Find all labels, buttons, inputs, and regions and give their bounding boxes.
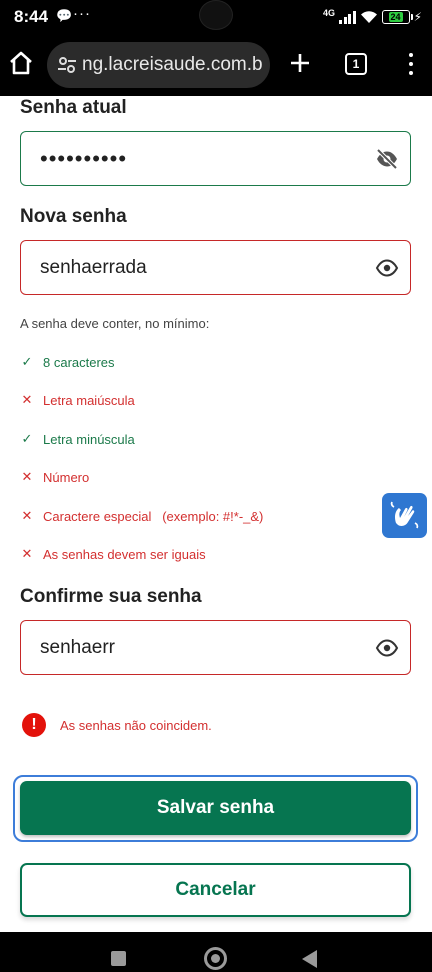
- cross-icon: ✕: [21, 469, 33, 484]
- battery-icon: 24: [381, 10, 413, 24]
- home-icon[interactable]: [6, 48, 36, 78]
- cancel-button[interactable]: Cancelar: [20, 863, 411, 917]
- requirement-item: ✕ Número: [20, 467, 90, 487]
- new-tab-icon[interactable]: [288, 51, 312, 75]
- sign-language-icon: [390, 501, 419, 529]
- sign-language-button[interactable]: [382, 493, 427, 538]
- browser-toolbar: ng.lacreisaude.com.br 1: [0, 34, 432, 96]
- address-bar[interactable]: ng.lacreisaude.com.br: [47, 42, 270, 88]
- cross-icon: ✕: [21, 508, 33, 523]
- requirement-item: ✓ Letra minúscula: [20, 429, 135, 449]
- current-password-field[interactable]: ••••••••••: [20, 131, 411, 186]
- clock: 8:44: [14, 7, 49, 26]
- requirement-label: 8 caracteres: [43, 354, 115, 370]
- eye-icon[interactable]: [375, 256, 399, 280]
- requirement-label: Letra maiúscula: [43, 392, 135, 408]
- chat-icon: 💬: [56, 8, 73, 23]
- error-alert: ! As senhas não coincidem.: [22, 713, 212, 737]
- confirm-password-label: Confirme sua senha: [20, 586, 202, 607]
- requirement-item: ✓ 8 caracteres: [20, 352, 115, 372]
- current-password-value: ••••••••••: [40, 145, 128, 171]
- home-circle-icon[interactable]: [204, 947, 227, 970]
- confirm-password-field[interactable]: senhaerr: [20, 620, 411, 675]
- more-dots-icon: ···: [73, 5, 91, 22]
- requirements-hint: A senha deve conter, no mínimo:: [20, 316, 210, 331]
- status-icons: 4G 24 ⚡: [323, 7, 422, 27]
- requirement-label: Letra minúscula: [43, 431, 135, 447]
- check-icon: ✓: [21, 354, 33, 369]
- camera-cutout: [199, 0, 233, 30]
- new-password-label: Nova senha: [20, 206, 127, 227]
- system-nav-bar: [0, 932, 432, 972]
- status-bar: 8:44 💬 ··· 4G 24 ⚡: [0, 0, 432, 34]
- error-message: As senhas não coincidem.: [60, 717, 212, 733]
- requirement-item: ✕ Letra maiúscula: [20, 390, 135, 410]
- back-icon[interactable]: [302, 950, 317, 968]
- tab-switcher-button[interactable]: 1: [345, 53, 367, 75]
- network-type: 4G: [323, 8, 336, 18]
- requirement-label: Caractere especial (exemplo: #!*-_&): [43, 508, 264, 524]
- url-text: ng.lacreisaude.com.br: [82, 54, 262, 75]
- eye-off-icon[interactable]: [375, 147, 399, 171]
- alert-icon: !: [22, 713, 46, 737]
- wifi-icon: [360, 11, 377, 23]
- requirement-item: ✕ Caractere especial (exemplo: #!*-_&): [20, 506, 264, 526]
- save-password-button[interactable]: Salvar senha: [20, 781, 411, 835]
- requirement-label: Número: [43, 469, 90, 485]
- site-settings-icon[interactable]: [56, 54, 78, 76]
- new-password-value: senhaerrada: [40, 256, 147, 278]
- check-icon: ✓: [21, 431, 33, 446]
- cross-icon: ✕: [21, 546, 33, 561]
- requirement-label: As senhas devem ser iguais: [43, 546, 206, 562]
- current-password-label: Senha atual: [20, 97, 127, 118]
- eye-icon[interactable]: [375, 636, 399, 660]
- more-menu-icon[interactable]: [401, 51, 421, 77]
- recents-icon[interactable]: [111, 951, 126, 966]
- confirm-password-value: senhaerr: [40, 636, 115, 658]
- charging-icon: ⚡: [413, 10, 422, 24]
- cross-icon: ✕: [21, 392, 33, 407]
- signal-icon: [339, 10, 356, 24]
- battery-level: 24: [388, 12, 403, 22]
- requirement-item: ✕ As senhas devem ser iguais: [20, 544, 206, 564]
- new-password-field[interactable]: senhaerrada: [20, 240, 411, 295]
